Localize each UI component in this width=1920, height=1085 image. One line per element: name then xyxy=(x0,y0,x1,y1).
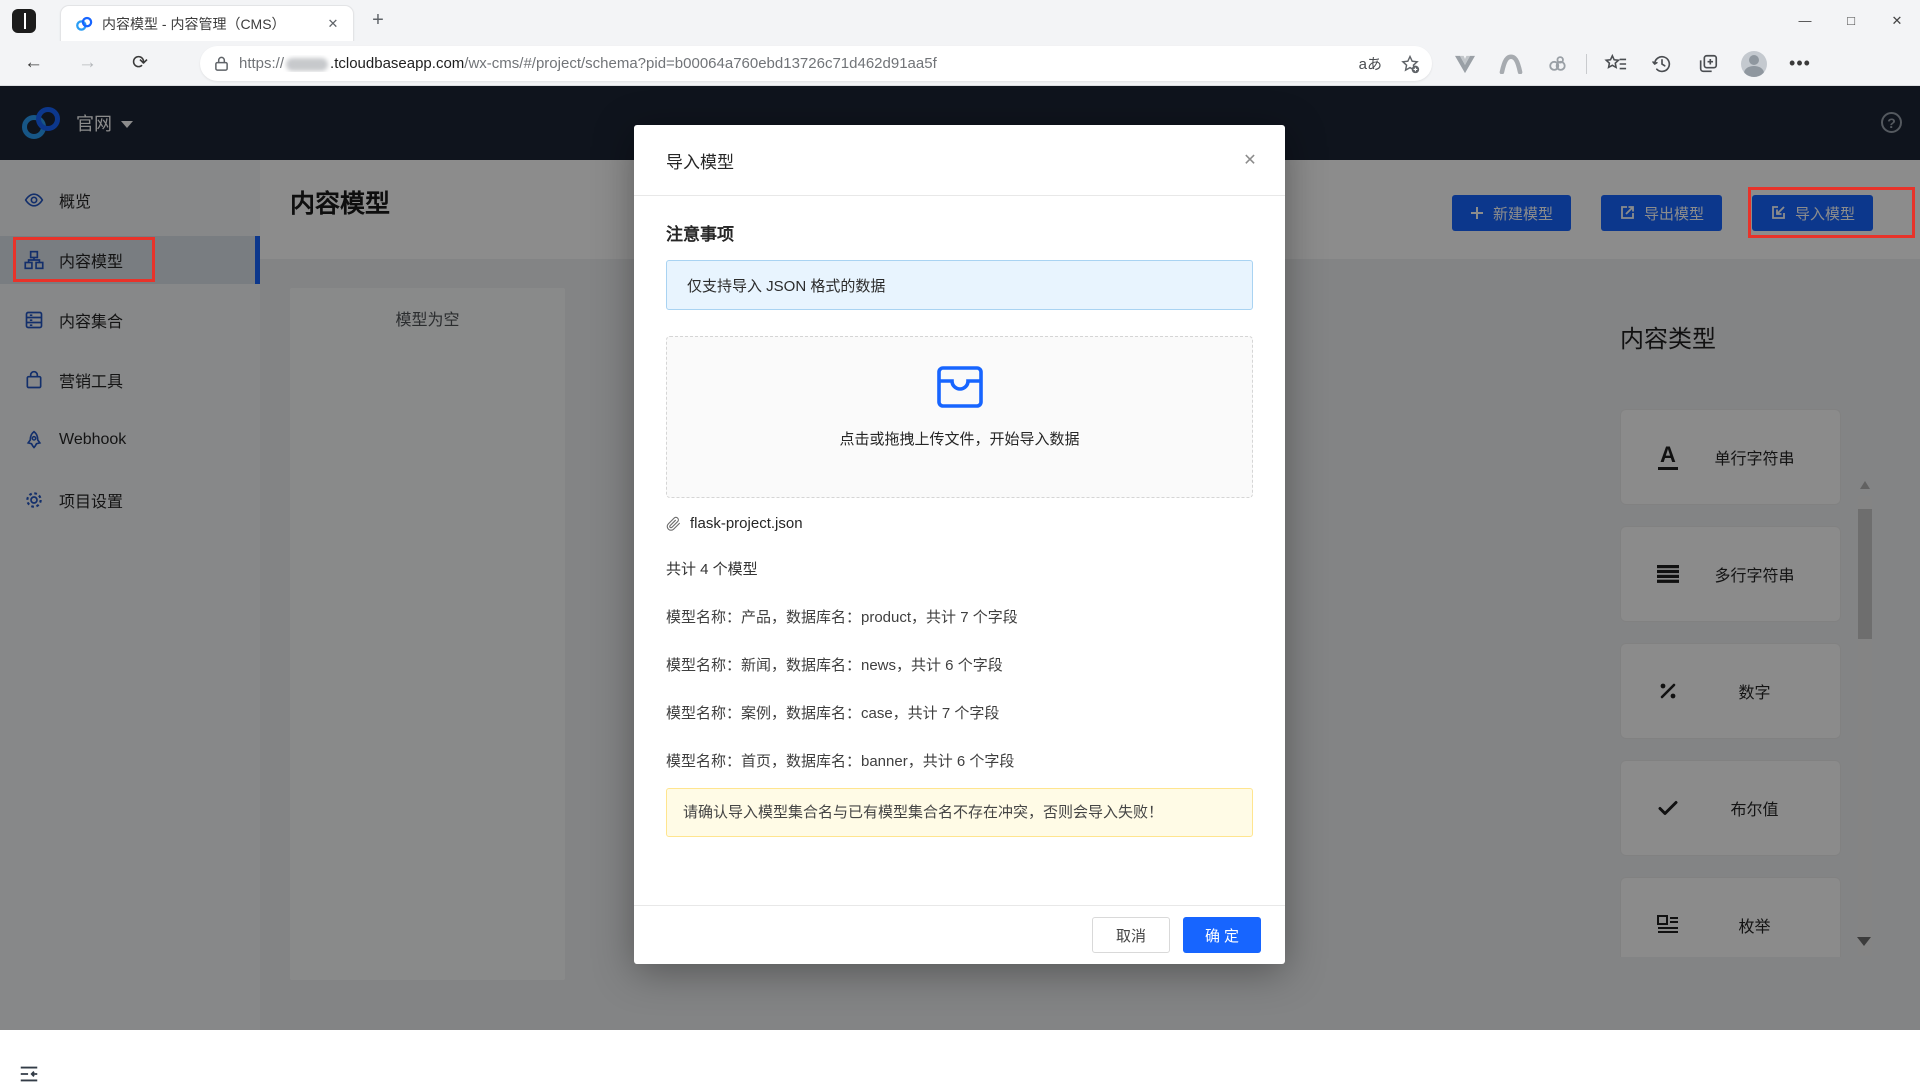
new-tab-button[interactable]: + xyxy=(366,9,390,33)
cms-app: 官网 ? 概览 内容模型 内容集合 营销工具 Webhook 项目设置 内容模型… xyxy=(0,86,1920,1082)
forward-button[interactable]: → xyxy=(78,52,97,74)
close-icon[interactable]: ✕ xyxy=(1239,150,1261,170)
url-domain: .tcloudbaseapp.com xyxy=(330,55,465,72)
model-line: 模型名称：新闻，数据库名：news，共计 6 个字段 xyxy=(666,657,1003,674)
model-line: 模型名称：首页，数据库名：banner，共计 6 个字段 xyxy=(666,753,1015,770)
rings-extension-icon[interactable] xyxy=(1544,51,1570,77)
tab-title: 内容模型 - 内容管理（CMS） xyxy=(102,15,286,32)
minimize-button[interactable]: — xyxy=(1782,0,1828,41)
back-button[interactable]: ← xyxy=(24,52,43,74)
annotation-box-import-button xyxy=(1748,187,1915,238)
browser-tab[interactable]: 内容模型 - 内容管理（CMS） ✕ xyxy=(60,5,354,41)
model-line: 模型名称：产品，数据库名：product，共计 7 个字段 xyxy=(666,609,1018,626)
tab-actions-icon[interactable] xyxy=(12,9,36,33)
cancel-button[interactable]: 取消 xyxy=(1092,917,1170,953)
inbox-upload-icon xyxy=(667,365,1252,414)
vue-devtools-icon[interactable] xyxy=(1452,51,1478,77)
upload-dropzone[interactable]: 点击或拖拽上传文件，开始导入数据 xyxy=(666,336,1253,498)
model-line: 模型名称：案例，数据库名：case，共计 7 个字段 xyxy=(666,705,1000,722)
warning-banner: 请确认导入模型集合名与已有模型集合名不存在冲突，否则会导入失败！ xyxy=(666,788,1253,837)
address-bar: ← → ⟳ https:// .tcloudbaseapp.com/wx-cms/… xyxy=(0,41,1920,86)
notice-heading: 注意事项 xyxy=(666,225,734,244)
favorites-bar-icon[interactable] xyxy=(1603,51,1629,77)
profile-avatar[interactable] xyxy=(1741,50,1767,77)
close-button[interactable]: ✕ xyxy=(1874,0,1920,41)
dialog-body: 注意事项 仅支持导入 JSON 格式的数据 点击或拖拽上传文件，开始导入数据 f… xyxy=(634,196,1285,837)
mountain-extension-icon[interactable] xyxy=(1498,51,1524,77)
info-text: 仅支持导入 JSON 格式的数据 xyxy=(687,277,886,295)
model-count-summary: 共计 4 个模型 xyxy=(666,561,758,578)
url-text: https:// .tcloudbaseapp.com/wx-cms/#/proj… xyxy=(239,55,1359,72)
url-protocol: https:// xyxy=(239,55,285,72)
translate-icon[interactable]: aあ xyxy=(1359,53,1382,74)
import-model-dialog: 导入模型 ✕ 注意事项 仅支持导入 JSON 格式的数据 点击或拖拽上传文件，开… xyxy=(634,125,1285,964)
window-controls: — □ ✕ xyxy=(1782,0,1920,41)
collections-icon[interactable] xyxy=(1695,51,1721,77)
url-path: /wx-cms/#/project/schema?pid=b00064a760e… xyxy=(464,55,937,72)
annotation-box-sidebar-content-model xyxy=(13,237,155,282)
extensions-area: ••• xyxy=(1442,41,1823,86)
uploaded-file-item[interactable]: flask-project.json xyxy=(666,515,1253,532)
url-field[interactable]: https:// .tcloudbaseapp.com/wx-cms/#/proj… xyxy=(200,46,1432,81)
url-redacted-segment xyxy=(286,57,329,71)
tab-close-icon[interactable]: ✕ xyxy=(323,16,343,32)
browser-chrome: 内容模型 - 内容管理（CMS） ✕ + — □ ✕ ← → ⟳ https:/… xyxy=(0,0,1920,86)
toolbar-divider xyxy=(1586,53,1587,74)
dialog-header: 导入模型 ✕ xyxy=(634,125,1285,196)
dialog-footer: 取消 确定 xyxy=(634,905,1285,964)
history-icon[interactable] xyxy=(1649,51,1675,77)
info-banner: 仅支持导入 JSON 格式的数据 xyxy=(666,260,1253,310)
collapse-sidebar-icon[interactable] xyxy=(18,1063,40,1085)
confirm-button[interactable]: 确定 xyxy=(1183,917,1261,953)
tab-bar: 内容模型 - 内容管理（CMS） ✕ + — □ ✕ xyxy=(0,0,1920,41)
lock-icon xyxy=(215,56,228,71)
cloudbase-favicon xyxy=(76,16,93,31)
paperclip-icon xyxy=(666,516,681,532)
screenshot-root: 内容模型 - 内容管理（CMS） ✕ + — □ ✕ ← → ⟳ https:/… xyxy=(0,0,1920,1082)
add-favorite-icon[interactable] xyxy=(1400,54,1420,74)
browser-menu-icon[interactable]: ••• xyxy=(1787,51,1813,77)
refresh-button[interactable]: ⟳ xyxy=(132,52,148,75)
upload-hint-text: 点击或拖拽上传文件，开始导入数据 xyxy=(839,431,1080,448)
file-name: flask-project.json xyxy=(690,515,803,532)
dialog-title: 导入模型 xyxy=(666,152,734,172)
maximize-button[interactable]: □ xyxy=(1828,0,1874,41)
